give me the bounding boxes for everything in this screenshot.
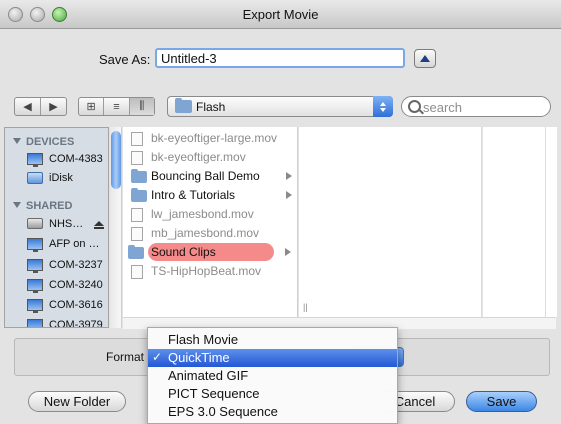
document-icon [131, 151, 143, 165]
search-placeholder: search [423, 100, 463, 115]
search-field[interactable]: search [401, 96, 551, 117]
sidebar-scroll-thumb[interactable] [111, 131, 121, 189]
new-folder-button[interactable]: New Folder [28, 391, 126, 412]
sidebar-item-label: COM-4383 [49, 153, 103, 165]
sidebar-item-label: NHS… [49, 218, 84, 230]
sidebar-shared-header[interactable]: SHARED [13, 200, 72, 212]
sidebar: DEVICES COM-4383 iDisk SHARED NHS… AFP o… [4, 127, 109, 328]
file-item[interactable]: bk-eyeoftiger-large.mov [128, 129, 296, 147]
folder-item-selected[interactable]: Sound Clips [128, 243, 295, 261]
icon-view-button[interactable]: ⊞ [79, 98, 105, 115]
folder-item[interactable]: Intro & Tutorials [128, 186, 296, 204]
menu-item-quicktime[interactable]: ✓ QuickTime [148, 349, 397, 367]
popup-arrows-icon [373, 96, 393, 117]
format-label: Format [106, 350, 145, 364]
computer-icon [27, 279, 43, 293]
file-name: Bouncing Ball Demo [151, 169, 260, 183]
document-icon [131, 265, 143, 279]
save-button[interactable]: Save [466, 391, 537, 412]
folder-item[interactable]: Bouncing Ball Demo [128, 167, 296, 185]
chevron-right-icon [286, 172, 292, 180]
sidebar-item-label: AFP on … [49, 238, 100, 250]
menu-item-label: QuickTime [168, 350, 230, 365]
eject-icon[interactable] [94, 221, 104, 229]
menu-item-label: PICT Sequence [168, 386, 260, 401]
folder-icon [131, 169, 147, 183]
menu-item-eps-sequence[interactable]: EPS 3.0 Sequence [148, 403, 397, 421]
checkmark-icon: ✓ [152, 350, 163, 364]
folder-icon [128, 245, 144, 259]
file-name: bk-eyeoftiger.mov [151, 150, 246, 164]
empty-column [483, 127, 545, 317]
back-button[interactable]: ◀ [15, 98, 41, 115]
menu-item-label: Flash Movie [168, 332, 239, 347]
location-popup[interactable]: Flash [167, 96, 393, 117]
file-name: mb_jamesbond.mov [151, 226, 260, 240]
menu-item-label: EPS 3.0 Sequence [168, 404, 278, 419]
menu-item-animated-gif[interactable]: Animated GIF [148, 367, 397, 385]
file-item[interactable]: TS-HipHopBeat.mov [128, 262, 296, 280]
save-as-input[interactable] [155, 48, 405, 68]
sidebar-item-label: COM-3616 [49, 299, 103, 311]
file-item[interactable]: lw_jamesbond.mov [128, 205, 296, 223]
sidebar-item-label: iDisk [49, 172, 73, 184]
format-menu: Flash Movie ✓ QuickTime Animated GIF PICT… [147, 327, 398, 424]
document-icon [131, 132, 143, 146]
file-column: bk-eyeoftiger-large.mov bk-eyeoftiger.mo… [123, 127, 298, 317]
column-resize-handle[interactable]: || [303, 302, 308, 312]
empty-column [299, 127, 482, 317]
document-icon [131, 208, 143, 222]
idisk-icon [27, 172, 43, 184]
computer-icon [27, 153, 43, 167]
file-name: Sound Clips [151, 245, 216, 259]
location-label: Flash [196, 100, 226, 114]
computer-icon [27, 238, 43, 252]
document-icon [131, 227, 143, 241]
sidebar-item-label: COM-3979 [49, 319, 103, 328]
save-as-label: Save As: [99, 52, 151, 67]
sidebar-item-label: COM-3237 [49, 259, 103, 271]
menu-item-flash-movie[interactable]: Flash Movie [148, 331, 397, 349]
sidebar-item-label: COM-3240 [49, 279, 103, 291]
chevron-right-icon [286, 191, 292, 199]
window-title: Export Movie [242, 7, 319, 22]
file-name: bk-eyeoftiger-large.mov [151, 131, 278, 145]
file-name: lw_jamesbond.mov [151, 207, 254, 221]
empty-column [545, 127, 557, 317]
file-item[interactable]: mb_jamesbond.mov [128, 224, 296, 242]
menu-item-label: Animated GIF [168, 368, 249, 383]
view-mode-control: ⊞ ≡ ⫼ [78, 97, 155, 116]
chevron-up-icon [420, 55, 430, 62]
folder-icon [131, 188, 147, 202]
computer-icon [27, 259, 43, 273]
folder-icon [175, 98, 192, 113]
back-forward-control: ◀ ▶ [14, 97, 67, 116]
column-view-button[interactable]: ⫼ [129, 98, 154, 115]
computer-icon [27, 299, 43, 313]
menu-item-pict-sequence[interactable]: PICT Sequence [148, 385, 397, 403]
forward-button[interactable]: ▶ [41, 98, 66, 115]
server-icon [27, 218, 43, 229]
file-name: Intro & Tutorials [151, 188, 236, 202]
expand-dialog-button[interactable] [414, 49, 436, 68]
computer-icon [27, 319, 43, 327]
file-name: TS-HipHopBeat.mov [151, 264, 262, 278]
sidebar-devices-header[interactable]: DEVICES [13, 136, 74, 148]
list-view-button[interactable]: ≡ [104, 98, 130, 115]
search-icon [408, 100, 421, 113]
file-item[interactable]: bk-eyeoftiger.mov [128, 148, 296, 166]
chevron-right-icon [285, 248, 291, 256]
